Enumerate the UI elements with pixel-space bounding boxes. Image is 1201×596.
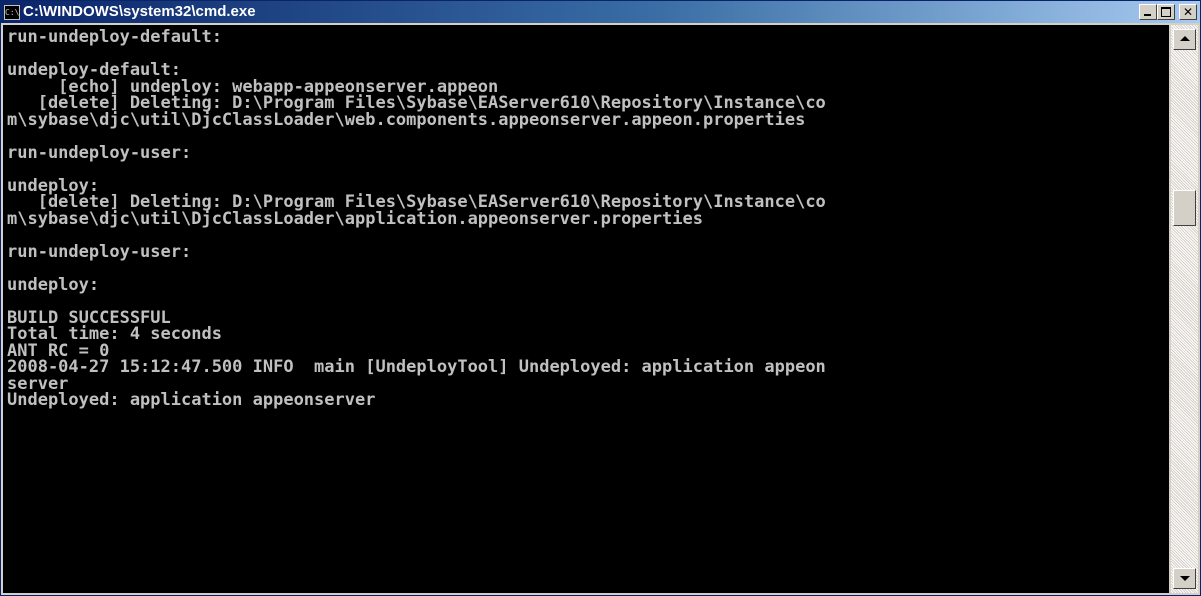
cmd-icon[interactable]: C:\ (4, 5, 20, 20)
scroll-down-button[interactable] (1173, 568, 1196, 589)
close-icon: ✕ (1182, 5, 1194, 19)
maximize-button[interactable] (1157, 4, 1175, 20)
title-bar[interactable]: C:\ C:\WINDOWS\system32\cmd.exe ✕ (1, 1, 1200, 23)
scroll-down-arrow-icon (1180, 576, 1190, 581)
scroll-up-button[interactable] (1173, 29, 1196, 50)
window-title: C:\WINDOWS\system32\cmd.exe (23, 3, 256, 20)
scroll-thumb[interactable] (1173, 190, 1196, 226)
cmd-window: C:\ C:\WINDOWS\system32\cmd.exe ✕ run-un… (0, 0, 1201, 596)
console-output[interactable]: run-undeploy-default: undeploy-default: … (3, 25, 1169, 593)
console-text: run-undeploy-default: undeploy-default: … (7, 27, 826, 410)
maximize-icon (1161, 7, 1171, 17)
vertical-scrollbar[interactable] (1171, 25, 1198, 593)
minimize-button[interactable] (1139, 4, 1157, 20)
minimize-icon (1144, 14, 1151, 16)
scroll-up-arrow-icon (1180, 36, 1190, 41)
close-button[interactable]: ✕ (1179, 4, 1197, 20)
